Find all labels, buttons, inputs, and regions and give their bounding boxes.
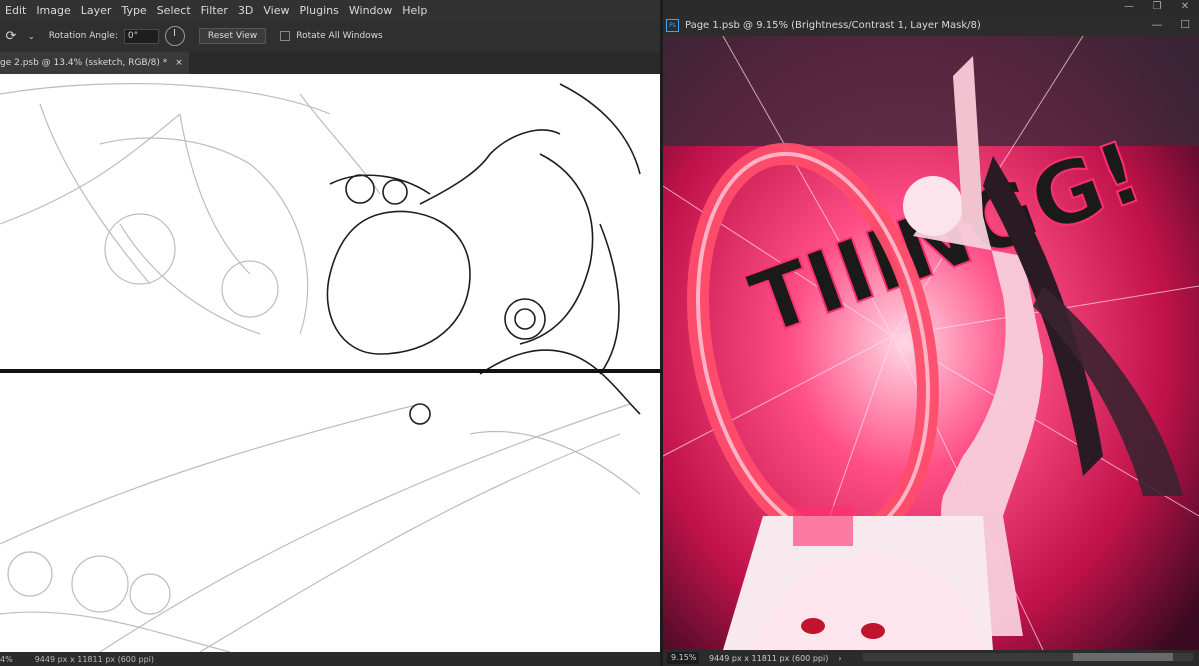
rotation-dial-icon[interactable] (164, 26, 185, 46)
rotate-view-tool-icon[interactable]: ⟳ (0, 29, 22, 44)
reset-view-button[interactable]: Reset View (198, 28, 267, 44)
minimize-icon[interactable]: — (1115, 0, 1143, 14)
document-tab-bar: ge 2.psb @ 13.4% (ssketch, RGB/8) * × (0, 52, 660, 74)
horizontal-scrollbar[interactable] (863, 653, 1193, 661)
menu-3d[interactable]: 3D (233, 4, 258, 17)
menu-help[interactable]: Help (397, 4, 432, 17)
photoshop-icon: Ps (666, 18, 679, 32)
left-status-bar: 4% 9449 px x 11811 px (600 ppi) (0, 652, 660, 666)
close-icon[interactable]: × (175, 52, 183, 74)
menu-image[interactable]: Image (31, 4, 75, 17)
doc-minimize-icon[interactable]: — (1143, 14, 1171, 36)
colored-artwork: TIIINGG! (663, 36, 1199, 650)
left-doc-dimensions: 9449 px x 11811 px (600 ppi) (34, 654, 155, 664)
tab-title: ge 2.psb @ 13.4% (ssketch, RGB/8) * (0, 58, 168, 68)
right-canvas[interactable]: TIIINGG! (663, 36, 1199, 650)
rotate-all-windows-checkbox[interactable] (280, 31, 291, 41)
rotation-angle-label: Rotation Angle: (48, 31, 118, 41)
rotate-all-windows-label: Rotate All Windows (296, 31, 383, 41)
right-doc-dimensions: 9449 px x 11811 px (600 ppi) (709, 653, 829, 663)
chevron-down-icon[interactable]: ⌄ (28, 32, 35, 41)
menu-view[interactable]: View (258, 4, 294, 17)
rotation-angle-input[interactable]: 0° (123, 28, 159, 44)
menu-bar: Edit Image Layer Type Select Filter 3D V… (0, 0, 660, 20)
options-bar: ⟳ ⌄ Rotation Angle: 0° Reset View Rotate… (0, 20, 660, 52)
app-title-strip: — ❐ ✕ (663, 0, 1199, 14)
left-canvas[interactable] (0, 74, 660, 652)
scrollbar-thumb[interactable] (1073, 653, 1173, 661)
doc-maximize-icon[interactable]: ☐ (1171, 14, 1199, 36)
right-status-bar: 9.15% 9449 px x 11811 px (600 ppi) › (663, 650, 1199, 666)
menu-window[interactable]: Window (344, 4, 397, 17)
sketch-artwork (0, 83, 660, 652)
right-document-title: Page 1.psb @ 9.15% (Brightness/Contrast … (685, 19, 981, 31)
chevron-right-icon[interactable]: › (838, 654, 841, 663)
right-zoom-readout[interactable]: 9.15% (667, 652, 699, 664)
tab-page-2[interactable]: ge 2.psb @ 13.4% (ssketch, RGB/8) * × (0, 52, 189, 74)
right-document-titlebar[interactable]: Ps Page 1.psb @ 9.15% (Brightness/Contra… (663, 14, 1199, 36)
restore-icon[interactable]: ❐ (1143, 0, 1171, 14)
menu-type[interactable]: Type (116, 4, 151, 17)
menu-layer[interactable]: Layer (76, 4, 117, 17)
menu-plugins[interactable]: Plugins (294, 4, 343, 17)
menu-filter[interactable]: Filter (196, 4, 233, 17)
left-zoom-readout[interactable]: 4% (0, 655, 13, 664)
menu-select[interactable]: Select (152, 4, 196, 17)
close-window-icon[interactable]: ✕ (1171, 0, 1199, 14)
menu-edit[interactable]: Edit (0, 4, 31, 17)
